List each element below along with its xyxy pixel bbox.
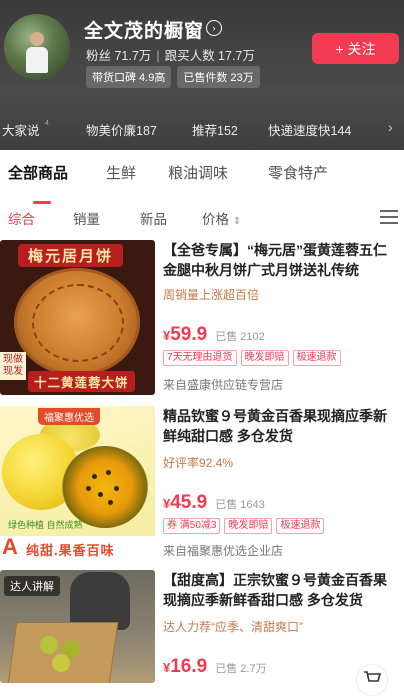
product-title[interactable]: 【甜度高】正宗钦蜜９号黄金百香果现摘应季新鲜香甜口感 多仓发货 — [163, 570, 399, 610]
tab-snacks[interactable]: 零食特产 — [268, 162, 328, 183]
product-price: 16.9 — [170, 656, 208, 677]
product-price: 45.9 — [170, 492, 208, 513]
sold-count: 已售 1643 — [215, 499, 265, 511]
grid-view-icon[interactable] — [380, 210, 398, 226]
active-tab-indicator — [33, 201, 51, 204]
store-stats: 粉丝 71.7万 | 跟买人数 17.7万 — [86, 49, 255, 63]
store-badges: 带货口碑 4.9高 已售件数 23万 — [86, 66, 260, 88]
product-highlight: 达人力荐“应季、清甜爽口” — [163, 620, 303, 634]
metric-item[interactable]: 快递速度快144 — [268, 120, 351, 139]
fans-count: 粉丝 71.7万 — [86, 49, 152, 63]
metric-item[interactable]: 大家说 4 — [2, 120, 49, 139]
image-title-text: 福聚惠优选 — [38, 408, 100, 425]
image-bottom-text: 纯甜.果香百味 — [26, 543, 115, 558]
image-letter-text: A — [2, 534, 18, 559]
metric-item[interactable]: 推荐152 — [192, 120, 238, 139]
image-title-text: 梅元居月饼 — [18, 244, 124, 267]
price-row: ¥59.9 已售 2102 — [163, 324, 265, 345]
store-avatar[interactable] — [4, 14, 70, 80]
image-side-text: 现做现发 — [0, 352, 26, 380]
avatar-person-image — [26, 32, 48, 73]
chevron-right-icon[interactable]: › — [388, 119, 393, 135]
service-tag: 晚发即赔 — [224, 518, 273, 534]
product-card[interactable]: 达人讲解 【甜度高】正宗钦蜜９号黄金百香果现摘应季新鲜香甜口感 多仓发货 达人力… — [0, 570, 404, 683]
cart-icon — [364, 671, 381, 682]
store-arrow-icon[interactable]: › — [206, 20, 222, 36]
tab-fresh[interactable]: 生鲜 — [106, 162, 136, 183]
follow-button[interactable]: + 关注 — [312, 33, 399, 64]
coupon-tag: 券 满50减3 — [163, 518, 221, 534]
follow-label: + 关注 — [335, 40, 376, 57]
buyers-count: 跟买人数 17.7万 — [164, 49, 255, 63]
product-card[interactable]: 福聚惠优选 绿色种植 自然成熟 A 纯甜.果香百味 精品钦蜜９号黄金百香果现摘应… — [0, 406, 404, 566]
sold-count: 已售 2102 — [215, 331, 265, 343]
product-image[interactable]: 梅元居月饼 现做现发 十二黄莲蓉大饼 — [0, 240, 155, 395]
service-tags: 7天无理由退货 晚发即赔 极速退款 — [163, 350, 341, 366]
product-title[interactable]: 【全爸专属】“梅元居”蛋黄莲蓉五仁金腿中秋月饼广式月饼送礼传统 — [163, 240, 399, 280]
image-small-text: 绿色种植 自然成熟 — [8, 520, 83, 530]
price-row: ¥45.9 已售 1643 — [163, 492, 265, 513]
expert-explain-badge: 达人讲解 — [4, 576, 60, 596]
tab-all-products[interactable]: 全部商品 — [8, 162, 68, 183]
sort-comprehensive[interactable]: 综合 — [8, 208, 35, 228]
sold-count-badge: 已售件数 23万 — [177, 66, 260, 88]
store-header: 全文茂的橱窗 › 粉丝 71.7万 | 跟买人数 17.7万 带货口碑 4.9高 已… — [0, 0, 404, 150]
store-name[interactable]: 全文茂的橱窗 — [84, 16, 204, 43]
tab-grain-oil[interactable]: 粮油调味 — [168, 162, 228, 183]
product-title[interactable]: 精品钦蜜９号黄金百香果现摘应季新鲜纯甜口感 多仓发货 — [163, 406, 399, 446]
cart-button[interactable] — [356, 664, 388, 696]
sort-sales[interactable]: 销量 — [73, 208, 100, 228]
mooncake-image — [14, 268, 140, 376]
service-tags: 券 满50减3 晚发即赔 极速退款 — [163, 518, 325, 534]
service-tag: 7天无理由退货 — [163, 350, 237, 366]
service-tag: 晚发即赔 — [240, 350, 289, 366]
service-tag: 极速退款 — [276, 518, 325, 534]
category-tabs: 全部商品 生鲜 粮油调味 零食特产 — [0, 162, 404, 204]
product-image[interactable]: 达人讲解 — [0, 570, 155, 683]
sort-bar: 综合 销量 新品 价格 ⇕ — [0, 208, 404, 232]
image-bottom-text: 十二黄莲蓉大饼 — [28, 371, 135, 392]
passion-fruit-cut-image — [62, 446, 148, 528]
service-tag: 极速退款 — [292, 350, 341, 366]
sold-count: 已售 2.7万 — [215, 663, 267, 675]
sort-new[interactable]: 新品 — [140, 208, 167, 228]
product-price: 59.9 — [170, 324, 208, 345]
sort-arrows-icon: ⇕ — [233, 216, 242, 227]
price-row: ¥16.9 已售 2.7万 — [163, 656, 267, 677]
product-card[interactable]: 梅元居月饼 现做现发 十二黄莲蓉大饼 【全爸专属】“梅元居”蛋黄莲蓉五仁金腿中秋… — [0, 240, 404, 400]
product-highlight: 好评率92.4% — [163, 456, 234, 470]
product-image[interactable]: 福聚惠优选 绿色种植 自然成熟 A 纯甜.果香百味 — [0, 406, 155, 561]
source-shop[interactable]: 来自福聚惠优选企业店 — [163, 542, 283, 559]
sort-price[interactable]: 价格 ⇕ — [202, 208, 241, 228]
review-metrics-bar[interactable]: 大家说 4 物美价廉187 推荐152 快递速度快144 › — [0, 119, 404, 140]
metric-item[interactable]: 物美价廉187 — [86, 120, 157, 139]
product-list-panel: 全部商品 生鲜 粮油调味 零食特产 综合 销量 新品 价格 ⇕ 梅元居月饼 现做现… — [0, 150, 404, 683]
source-shop[interactable]: 来自盛康供应链专营店 — [163, 376, 283, 393]
product-highlight: 周销量上涨超百倍 — [163, 288, 260, 302]
reputation-badge: 带货口碑 4.9高 — [86, 66, 172, 88]
